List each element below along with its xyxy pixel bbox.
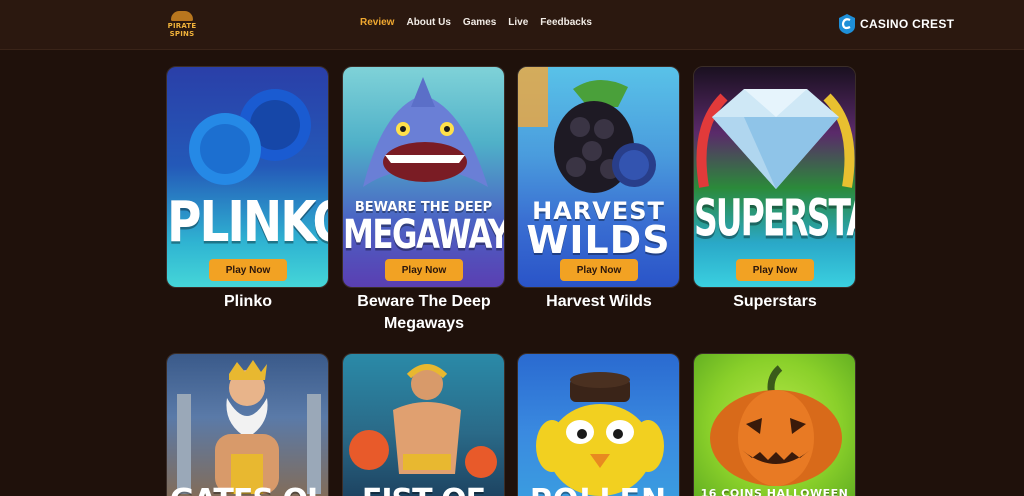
halloween-art-title: 16 COINS HALLOWEEN xyxy=(700,487,849,496)
game-name-beware-the-deep[interactable]: Beware The Deep Megaways xyxy=(334,291,514,335)
play-now-button-superstars[interactable]: Play Now xyxy=(736,259,814,281)
fist-art-title: FIST OF xyxy=(343,486,504,496)
game-card-gates-of-olympus[interactable]: GATES OL xyxy=(166,353,329,496)
nav-review[interactable]: Review xyxy=(360,17,394,31)
pollen-art-title: POLLEN xyxy=(518,486,679,496)
site-header: PIRATE SPINS Review About Us Games Live … xyxy=(0,0,1024,50)
play-now-button-harvest-wilds[interactable]: Play Now xyxy=(560,259,638,281)
logo-line1: PIRATE xyxy=(167,21,197,30)
logo-line2: SPINS xyxy=(169,29,195,38)
nav-games[interactable]: Games xyxy=(463,17,496,31)
crest-shield-icon xyxy=(838,13,856,35)
game-card-harvest-wilds[interactable]: HARVEST WILDS Play Now xyxy=(517,66,680,288)
skull-icon xyxy=(171,10,193,21)
harvest-art-title: WILDS xyxy=(526,218,671,262)
main-nav: Review About Us Games Live Feedbacks xyxy=(360,17,592,31)
game-card-fist-of[interactable]: FIST OF xyxy=(342,353,505,496)
diamond-artwork xyxy=(694,67,855,287)
beware-art-title: MEGAWAYS xyxy=(343,211,504,259)
gates-art-title: GATES OL xyxy=(167,486,328,496)
zeus-artwork xyxy=(167,354,328,496)
nav-about-us[interactable]: About Us xyxy=(406,17,450,31)
game-card-superstars[interactable]: SUPERSTARS Play Now xyxy=(693,66,856,288)
game-card-beware-the-deep[interactable]: BEWARE THE DEEP MEGAWAYS Play Now xyxy=(342,66,505,288)
game-card-pollen[interactable]: POLLEN xyxy=(517,353,680,496)
bee-artwork xyxy=(518,354,679,496)
casino-crest-brand[interactable]: CASINO CREST xyxy=(838,12,954,36)
brand-name: CASINO CREST xyxy=(860,17,955,31)
game-name-line1: Beware The Deep xyxy=(357,293,491,310)
nav-feedbacks[interactable]: Feedbacks xyxy=(540,17,592,31)
pumpkin-artwork xyxy=(694,354,855,496)
pirate-spins-logo[interactable]: PIRATE SPINS xyxy=(164,6,200,42)
game-name-line2: Megaways xyxy=(383,315,465,332)
game-card-16-coins-halloween[interactable]: 16 COINS HALLOWEEN xyxy=(693,353,856,496)
game-name-harvest-wilds[interactable]: Harvest Wilds xyxy=(509,291,689,313)
fighter-artwork xyxy=(343,354,504,496)
play-now-button-plinko[interactable]: Play Now xyxy=(209,259,287,281)
superstars-art-title: SUPERSTARS xyxy=(694,187,855,248)
game-name-plinko[interactable]: Plinko xyxy=(158,291,338,313)
nav-live[interactable]: Live xyxy=(508,17,528,31)
plinko-art-title: PLINKO xyxy=(167,189,328,256)
game-name-superstars[interactable]: Superstars xyxy=(685,291,865,313)
play-now-button-beware-the-deep[interactable]: Play Now xyxy=(385,259,463,281)
game-card-plinko[interactable]: PLINKO Play Now xyxy=(166,66,329,288)
